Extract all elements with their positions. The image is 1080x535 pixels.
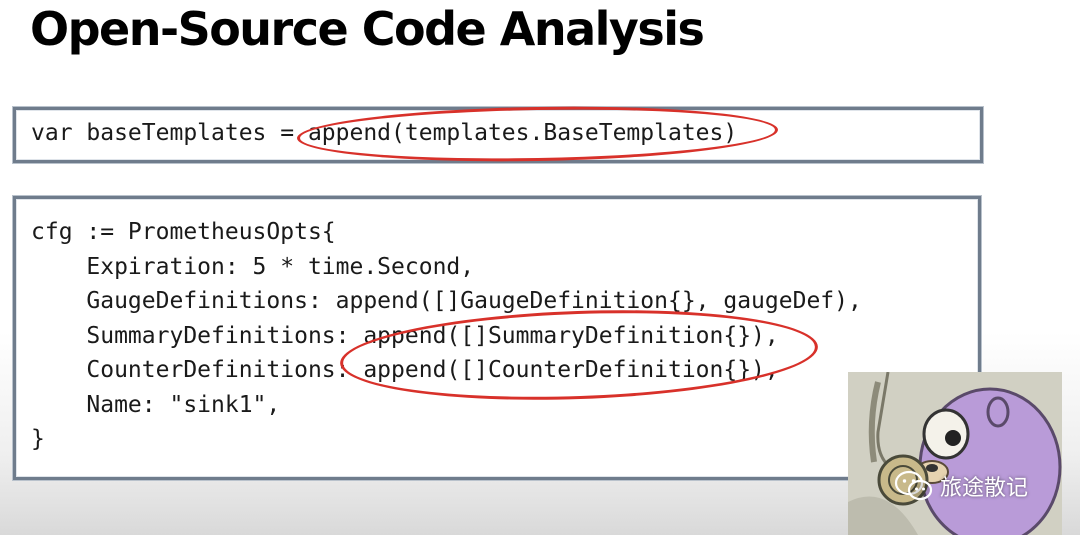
code-line: Name: "sink1", xyxy=(31,391,281,418)
code-line: Expiration: 5 * time.Second, xyxy=(31,253,475,280)
wechat-icon xyxy=(894,470,933,501)
code-block-base-templates: var baseTemplates = append(templates.Bas… xyxy=(13,107,983,163)
code-line: SummaryDefinitions: append([]SummaryDefi… xyxy=(31,322,779,349)
code-line: var baseTemplates = append(templates.Bas… xyxy=(31,120,738,146)
code-line: } xyxy=(31,426,45,452)
code-line: cfg := PrometheusOpts{ xyxy=(31,219,336,245)
code-text: cfg := PrometheusOpts{ Expiration: 5 * t… xyxy=(31,215,862,457)
watermark: 旅途散记 xyxy=(894,470,1028,502)
code-line: GaugeDefinitions: append([]GaugeDefiniti… xyxy=(31,288,862,314)
code-line: CounterDefinitions: append([]CounterDefi… xyxy=(31,357,779,383)
gopher-mascot-image xyxy=(848,372,1062,535)
code-text: var baseTemplates = append(templates.Bas… xyxy=(31,120,737,146)
speaker-video-thumbnail xyxy=(848,372,1062,535)
code-block-prometheus-opts: cfg := PrometheusOpts{ Expiration: 5 * t… xyxy=(13,196,981,480)
watermark-text: 旅途散记 xyxy=(940,476,1029,501)
slide-title: Open-Source Code Analysis xyxy=(30,2,705,56)
